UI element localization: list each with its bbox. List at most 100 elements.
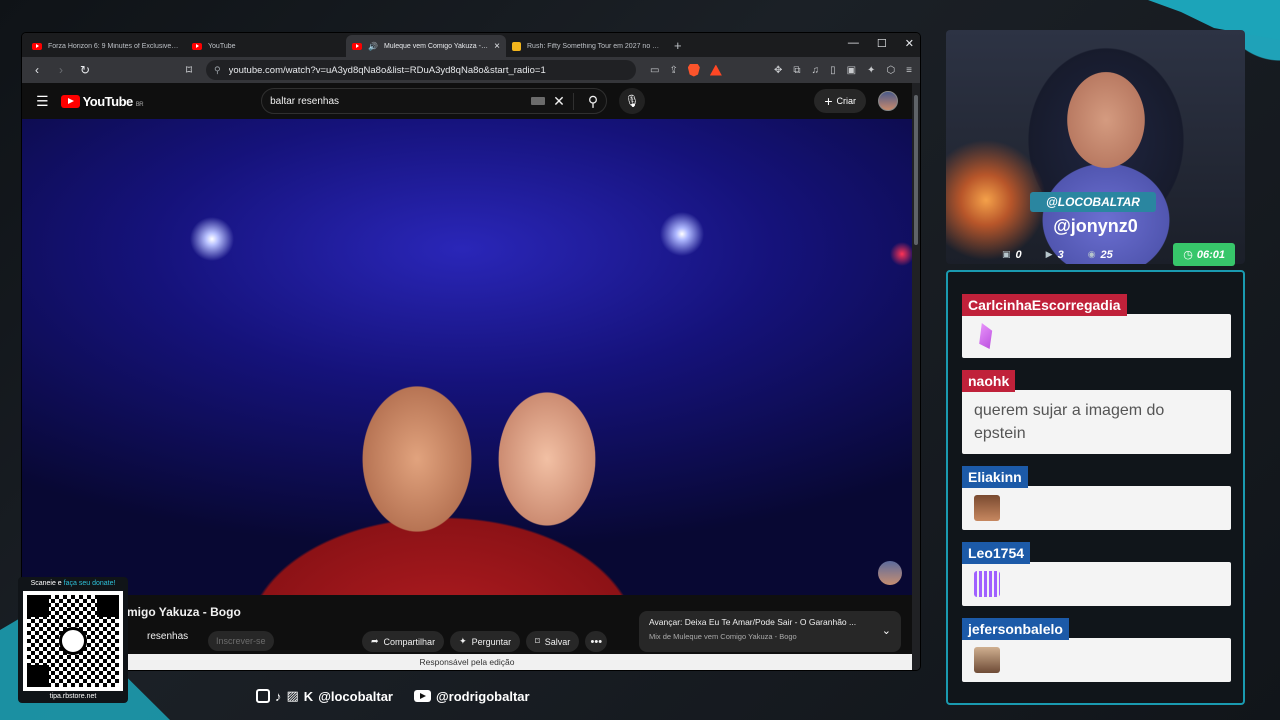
chat-message: Eliakinn xyxy=(962,466,1231,530)
chat-message: CarlcinhaEscorregadia xyxy=(962,294,1231,358)
chat-message-body xyxy=(962,314,1231,358)
tiktok-icon: ♪ xyxy=(275,688,282,704)
save-button[interactable]: ⌑ Salvar xyxy=(526,631,580,652)
back-icon[interactable]: ‹ xyxy=(30,63,44,77)
channel-watermark[interactable] xyxy=(878,561,902,585)
chevron-down-icon[interactable]: ⌄ xyxy=(882,624,891,637)
chat-bubble-icon: ▣ xyxy=(1002,249,1011,259)
viewer-count: ◉ 25 xyxy=(1076,249,1125,261)
tab-forza[interactable]: Forza Horizon 6: 9 Minutes of Exclusive … xyxy=(26,35,186,57)
minimize-icon[interactable]: — xyxy=(848,37,859,50)
media-icon[interactable]: ♫ xyxy=(812,65,820,76)
create-button[interactable]: + Criar xyxy=(814,89,866,113)
share-label: Compartilhar xyxy=(383,636,436,647)
youtube-page: ☰ YouTube BR baltar resenhas ✕ ⚲ 🎙 + Cri… xyxy=(22,83,912,670)
share-icon[interactable]: ⇪ xyxy=(669,65,677,76)
chat-message-body xyxy=(962,562,1231,606)
extensions-icon[interactable]: ✥ xyxy=(774,65,782,76)
rush-favicon-icon xyxy=(512,41,521,51)
url-text: youtube.com/watch?v=uA3yd8qNa8o&list=RDu… xyxy=(228,64,546,76)
emote-icon xyxy=(974,647,1000,673)
plus-icon: + xyxy=(824,93,833,109)
browser-toolbar: ‹ › ↻ ⌑ ⚲ youtube.com/watch?v=uA3yd8qNa8… xyxy=(22,57,920,83)
new-tab-icon[interactable]: + xyxy=(666,38,690,57)
chat-panel: CarlcinhaEscorregadia naohk querem sujar… xyxy=(946,270,1245,705)
youtube-social-icon xyxy=(414,690,431,702)
youtube-count-value: 3 xyxy=(1057,248,1064,261)
more-actions-icon[interactable]: ••• xyxy=(585,631,608,652)
emote-icon xyxy=(979,323,993,349)
microphone-icon[interactable]: 🎙 xyxy=(619,88,646,114)
next-video-title: Avançar: Deixa Eu Te Amar/Pode Sair - O … xyxy=(649,617,857,627)
vpn-icon[interactable]: ⬡ xyxy=(886,65,895,76)
page-scrollbar[interactable] xyxy=(912,83,920,670)
tab-title: YouTube xyxy=(208,42,236,50)
share-arrow-icon: ➦ xyxy=(371,636,379,646)
save-label: Salvar xyxy=(544,636,571,647)
maximize-icon[interactable]: ☐ xyxy=(877,37,887,50)
browser-menu-icon[interactable]: ≡ xyxy=(906,65,912,76)
speaker-icon[interactable]: 🔊 xyxy=(368,42,378,51)
brave-rewards-icon[interactable]: 1 xyxy=(709,64,722,76)
chat-message: jefersonbalelo xyxy=(962,618,1231,682)
timer-value: 06:01 xyxy=(1196,248,1225,261)
tab-youtube[interactable]: YouTube xyxy=(186,35,346,57)
clear-search-icon[interactable]: ✕ xyxy=(553,93,565,110)
subscribe-button[interactable]: Inscrever-se xyxy=(208,631,274,651)
channel-name[interactable]: resenhas xyxy=(147,631,188,642)
account-avatar[interactable] xyxy=(878,91,898,111)
bookmark-icon[interactable]: ⌑ xyxy=(182,63,196,77)
leo-ai-icon[interactable]: ✦ xyxy=(867,65,875,76)
screenshot-icon[interactable]: ⧉ xyxy=(793,65,800,76)
cast-icon[interactable]: ▭ xyxy=(650,65,659,76)
close-tab-icon[interactable]: × xyxy=(494,41,500,52)
reload-icon[interactable]: ↻ xyxy=(78,63,92,77)
tab-active-video[interactable]: 🔊 Muleque vem Comigo Yakuza - Bogo × xyxy=(346,35,506,57)
donate-url: tipa.rbstore.net xyxy=(49,693,97,700)
tab-strip: Forza Horizon 6: 9 Minutes of Exclusive … xyxy=(22,33,920,57)
chat-count: ▣ 0 xyxy=(990,249,1034,261)
qr-caption-link: faça seu donate! xyxy=(63,580,116,587)
youtube-logo[interactable]: YouTube BR xyxy=(60,93,144,109)
stream-stats: ▣ 0 ▶ 3 ◉ 25 ◷ 06:01 xyxy=(990,243,1235,266)
chat-username: jefersonbalelo xyxy=(962,618,1069,640)
search-box[interactable]: baltar resenhas ✕ ⚲ xyxy=(261,88,608,114)
search-input[interactable]: baltar resenhas xyxy=(270,96,523,107)
tab-title: Forza Horizon 6: 9 Minutes of Exclusive … xyxy=(48,42,180,50)
next-video-card[interactable]: Avançar: Deixa Eu Te Amar/Pode Sair - O … xyxy=(639,611,901,652)
keyboard-icon[interactable] xyxy=(531,97,546,105)
youtube-stat-icon: ▶ xyxy=(1045,249,1053,259)
instagram-icon xyxy=(256,689,270,703)
youtube-logo-text: YouTube xyxy=(82,93,134,109)
youtube-logo-icon xyxy=(60,94,80,108)
video-player[interactable] xyxy=(22,119,912,595)
ask-button[interactable]: ✦ Perguntar xyxy=(450,631,521,652)
stream-timer: ◷ 06:01 xyxy=(1173,243,1235,266)
create-label: Criar xyxy=(836,96,857,106)
scroll-thumb[interactable] xyxy=(914,95,918,245)
tab-rush[interactable]: Rush: Fifty Something Tour em 2027 no Br… xyxy=(506,35,666,57)
youtube-header: ☰ YouTube BR baltar resenhas ✕ ⚲ 🎙 + Cri… xyxy=(22,83,912,119)
emote-icon xyxy=(974,495,1000,521)
chat-message: naohk querem sujar a imagem do epstein xyxy=(962,370,1231,454)
sidebar-icon[interactable]: ▯ xyxy=(830,65,836,76)
window-controls: — ☐ ✕ xyxy=(848,37,914,50)
brave-shields-icon[interactable] xyxy=(687,63,700,77)
video-title: migo Yakuza - Bogo xyxy=(127,605,241,619)
youtube-favicon-icon xyxy=(32,42,42,50)
search-icon[interactable]: ⚲ xyxy=(572,92,598,110)
social-handle-rodrigobaltar: @rodrigobaltar xyxy=(436,688,530,704)
share-button[interactable]: ➦ Compartilhar xyxy=(362,631,445,652)
chat-count-value: 0 xyxy=(1015,248,1022,261)
emote-icon xyxy=(974,571,1000,597)
social-links: ♪ ▨ K @locobaltar @rodrigobaltar xyxy=(256,688,530,704)
forward-icon[interactable]: › xyxy=(54,63,68,77)
hamburger-menu-icon[interactable]: ☰ xyxy=(36,93,49,110)
address-bar[interactable]: ⚲ youtube.com/watch?v=uA3yd8qNa8o&list=R… xyxy=(206,60,636,80)
kick-icon: K xyxy=(303,688,314,704)
close-window-icon[interactable]: ✕ xyxy=(905,37,914,50)
action-buttons: ➦ Compartilhar ✦ Perguntar ⌑ Salvar ••• xyxy=(362,631,608,652)
address-bar-icons: ▭ ⇪ 1 xyxy=(650,63,722,77)
wallet-icon[interactable]: ▣ xyxy=(847,65,856,76)
site-info-icon[interactable]: ⚲ xyxy=(214,65,221,76)
